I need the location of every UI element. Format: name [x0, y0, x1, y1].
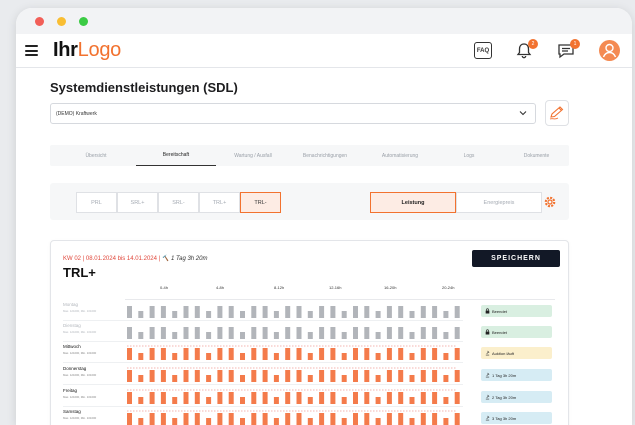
availability-bars[interactable]	[127, 408, 467, 425]
tab-automatisierung[interactable]: Automatisierung	[365, 145, 435, 166]
day-limits: Max. 121000, Min. 101000	[63, 373, 97, 377]
hour-header: 12-16h	[329, 285, 342, 290]
plant-select[interactable]: (DEMO) Kraftwerk	[50, 103, 536, 124]
tab-uebersicht[interactable]: Übersicht	[56, 145, 136, 166]
status-badge[interactable]: Auktion läuft	[481, 347, 552, 359]
day-label: Freitag	[63, 388, 78, 393]
availability-bars[interactable]	[127, 365, 467, 385]
close-window-button[interactable]	[35, 17, 44, 26]
pencil-icon	[549, 106, 564, 120]
hour-header: 4-8h	[216, 285, 225, 290]
mode-energiepreis[interactable]: Energiepreis	[456, 192, 542, 213]
day-label: Dienstag	[63, 323, 81, 328]
day-label: Samstag	[63, 409, 81, 414]
gear-icon[interactable]	[543, 195, 557, 209]
availability-bars[interactable]	[127, 343, 467, 363]
table-row: Freitag Max. 121000, Min. 101000 2 Tag 3h …	[63, 387, 558, 407]
user-icon	[602, 43, 617, 58]
logo[interactable]: IhrLogo	[53, 39, 121, 62]
notifications-button[interactable]: 2	[515, 39, 538, 59]
product-srl-plus[interactable]: SRL+	[117, 192, 158, 213]
app-header: IhrLogo FAQ 2 1	[16, 34, 632, 68]
hour-header: 20-24h	[442, 285, 455, 290]
hour-header: 8-12h	[274, 285, 285, 290]
tab-logs[interactable]: Logs	[444, 145, 494, 166]
messages-button[interactable]: 1	[557, 39, 580, 59]
table-row: Montag Max. 121000, Min. 101000 Beendet	[63, 301, 558, 321]
lock-icon	[485, 329, 490, 335]
chevron-down-icon	[519, 111, 527, 116]
gavel-icon	[485, 394, 490, 400]
menu-icon[interactable]	[25, 45, 38, 56]
table-row: Donnerstag Max. 121000, Min. 101000 1 Tag …	[63, 365, 558, 385]
day-label: Montag	[63, 302, 79, 307]
product-prl[interactable]: PRL	[76, 192, 117, 213]
tab-wartung[interactable]: Wartung / Ausfall	[218, 145, 288, 166]
avatar[interactable]	[599, 40, 620, 61]
messages-badge: 1	[570, 39, 580, 49]
hour-header: 0-4h	[160, 285, 169, 290]
day-label: Mittwoch	[63, 344, 81, 349]
table-row: Mittwoch Max. 121000, Min. 101000 Auktion …	[63, 343, 558, 363]
day-limits: Max. 121000, Min. 101000	[63, 416, 97, 420]
gavel-icon	[485, 350, 490, 356]
availability-bars[interactable]	[127, 387, 467, 407]
tab-bereitschaft[interactable]: Bereitschaft	[136, 145, 216, 166]
product-trl-minus[interactable]: TRL-	[240, 192, 281, 213]
table-row: Dienstag Max. 121000, Min. 101000 Beendet	[63, 322, 558, 342]
notifications-badge: 2	[528, 39, 538, 49]
maximize-window-button[interactable]	[79, 17, 88, 26]
edit-button[interactable]	[545, 100, 569, 126]
lock-icon	[485, 308, 490, 314]
day-label: Donnerstag	[63, 366, 87, 371]
table-row: Samstag Max. 121000, Min. 101000 3 Tag 3h …	[63, 408, 558, 425]
product-trl-plus[interactable]: TRL+	[199, 192, 240, 213]
week-info: KW 02 | 08.01.2024 bis 14.01.2024 | 🔨 1 …	[63, 256, 208, 262]
window-titlebar	[16, 8, 632, 34]
status-badge[interactable]: 2 Tag 3h 20m	[481, 391, 552, 403]
product-srl-minus[interactable]: SRL-	[158, 192, 199, 213]
availability-bars[interactable]	[127, 322, 467, 342]
availability-bars[interactable]	[127, 301, 467, 321]
tab-bar: Übersicht Bereitschaft Wartung / Ausfall…	[50, 145, 569, 166]
gavel-icon	[485, 372, 490, 378]
filter-bar: PRL SRL+ SRL- TRL+ TRL- Leistung Energie…	[50, 183, 569, 220]
tab-benachrichtigungen[interactable]: Benachrichtigungen	[290, 145, 360, 166]
faq-icon[interactable]: FAQ	[474, 42, 492, 59]
status-badge[interactable]: 3 Tag 3h 20m	[481, 412, 552, 424]
schedule-card: KW 02 | 08.01.2024 bis 14.01.2024 | 🔨 1 …	[50, 240, 569, 425]
minimize-window-button[interactable]	[57, 17, 66, 26]
save-button[interactable]: SPEICHERN	[472, 250, 560, 267]
hour-header: 16-20h	[384, 285, 397, 290]
day-limits: Max. 121000, Min. 101000	[63, 395, 97, 399]
mode-leistung[interactable]: Leistung	[370, 192, 456, 213]
day-limits: Max. 121000, Min. 101000	[63, 351, 97, 355]
day-limits: Max. 121000, Min. 101000	[63, 330, 97, 334]
gavel-icon	[485, 415, 490, 421]
product-title: TRL+	[63, 265, 96, 280]
page-title: Systemdienstleistungen (SDL)	[50, 80, 238, 95]
status-badge[interactable]: Beendet	[481, 305, 552, 317]
status-badge[interactable]: 1 Tag 3h 20m	[481, 369, 552, 381]
tab-dokumente[interactable]: Dokumente	[509, 145, 564, 166]
day-limits: Max. 121000, Min. 101000	[63, 309, 97, 313]
status-badge[interactable]: Beendet	[481, 326, 552, 338]
duration-label: 🔨 1 Tag 3h 20m	[161, 256, 208, 262]
header-divider	[125, 299, 555, 300]
